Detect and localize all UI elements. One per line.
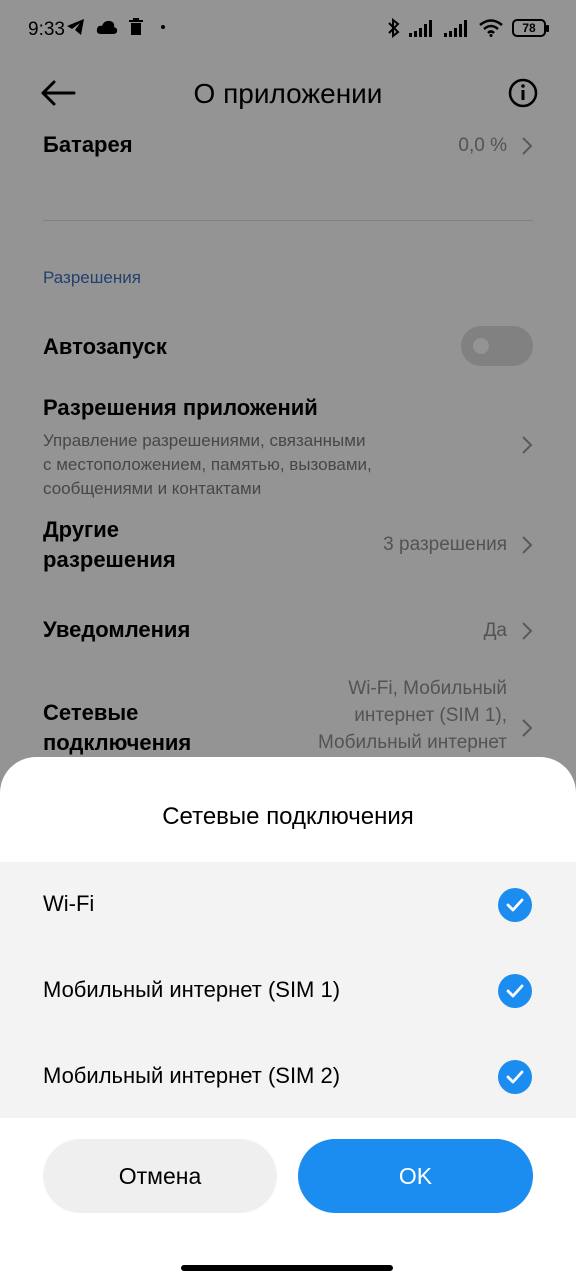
checkbox-checked[interactable] — [498, 974, 532, 1008]
option-sim2[interactable]: Мобильный интернет (SIM 2) — [0, 1034, 576, 1120]
check-icon — [506, 984, 524, 998]
home-indicator[interactable] — [181, 1265, 393, 1271]
checkbox-checked[interactable] — [498, 1060, 532, 1094]
check-icon — [506, 898, 524, 912]
option-label: Wi-Fi — [43, 891, 95, 916]
options-list: Wi-Fi Мобильный интернет (SIM 1) Мобильн… — [0, 862, 576, 1118]
option-sim1[interactable]: Мобильный интернет (SIM 1) — [0, 948, 576, 1034]
option-wifi[interactable]: Wi-Fi — [0, 862, 576, 948]
checkbox-checked[interactable] — [498, 888, 532, 922]
network-connections-sheet: Сетевые подключения Wi-Fi Мобильный инте… — [0, 757, 576, 1280]
sheet-title: Сетевые подключения — [162, 803, 414, 830]
cancel-button[interactable]: Отмена — [43, 1139, 277, 1213]
ok-button[interactable]: OK — [298, 1139, 533, 1213]
option-label: Мобильный интернет (SIM 2) — [43, 1063, 341, 1088]
check-icon — [506, 1070, 524, 1084]
option-label: Мобильный интернет (SIM 1) — [43, 977, 341, 1002]
